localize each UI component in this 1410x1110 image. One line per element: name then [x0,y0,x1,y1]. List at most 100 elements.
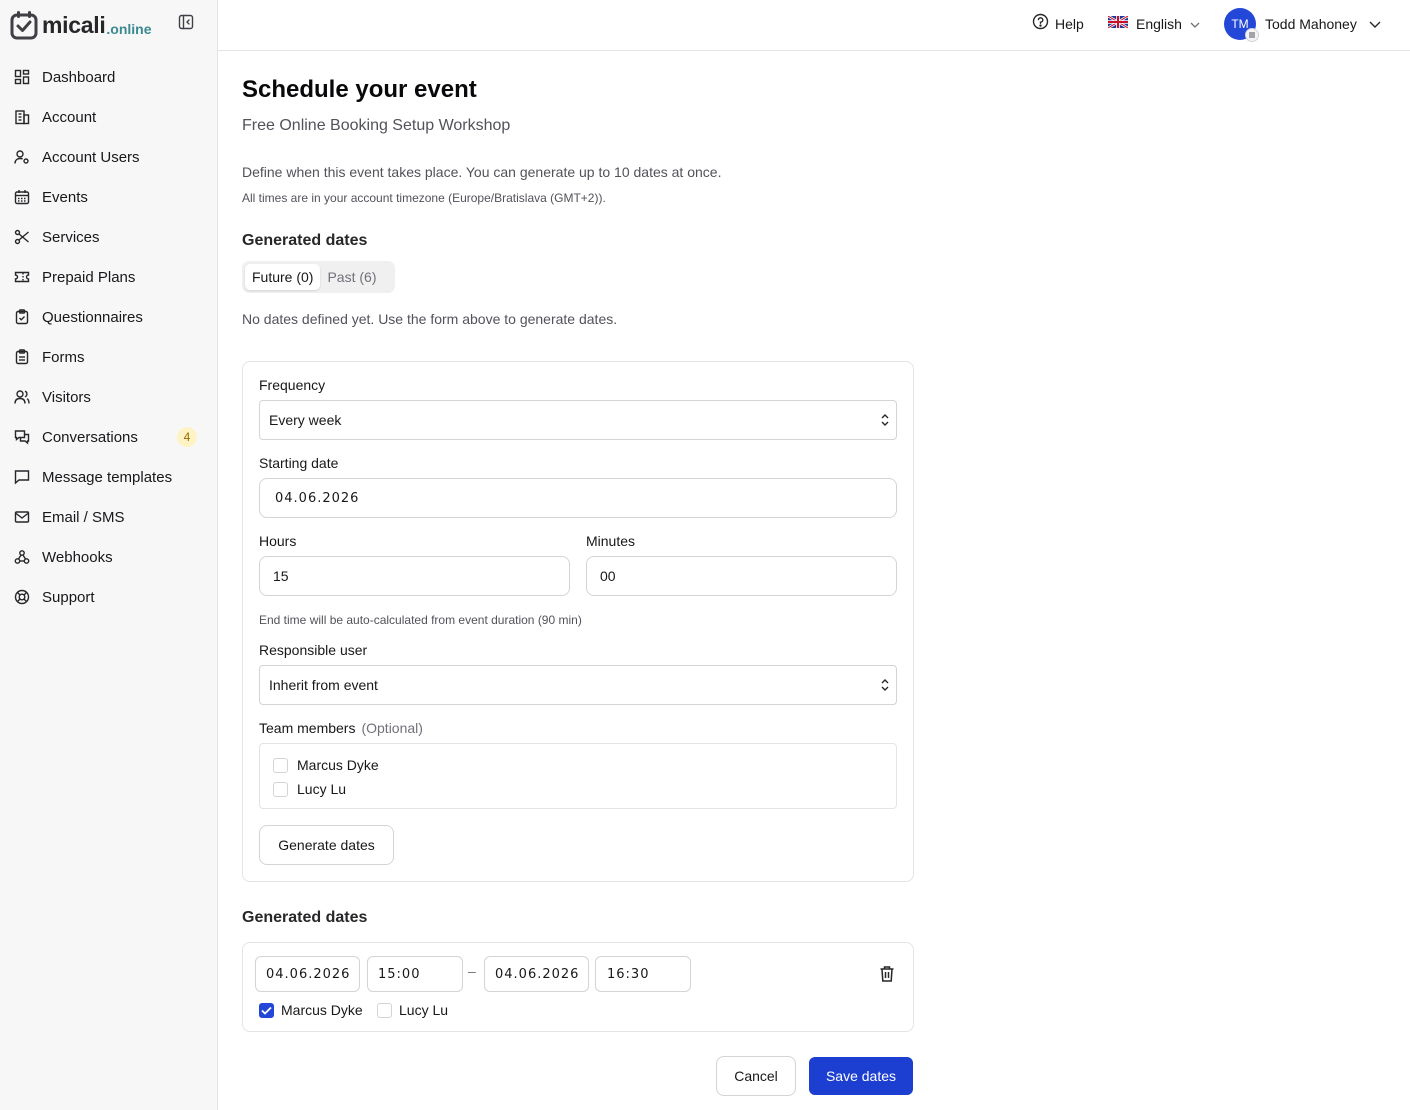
minutes-input[interactable]: 00 [586,556,897,596]
sidebar-item-label: Webhooks [42,548,113,566]
sidebar-item-label: Questionnaires [42,308,143,326]
menu-lines-icon [1245,28,1259,42]
start-date-value: 04.06.2026 [266,966,351,982]
sidebar-item-support[interactable]: Support [0,577,217,617]
checkbox[interactable] [273,781,288,797]
start-date-input[interactable]: 04.06.2026 [255,956,360,992]
sidebar-item-email-sms[interactable]: Email / SMS [0,497,217,537]
sidebar-item-label: Dashboard [42,68,116,86]
empty-state-message: No dates defined yet. Use the form above… [242,311,618,327]
start-time-input[interactable]: 15:00 [367,956,463,992]
date-member-name: Lucy Lu [399,1002,449,1018]
mail-icon [14,509,30,525]
responsible-user-label: Responsible user [259,642,368,658]
clipboard-check-icon [14,309,30,325]
sidebar-item-forms[interactable]: Forms [0,337,217,377]
generate-dates-form: Frequency Every week Starting date 04.06… [242,361,914,882]
checkbox-checked[interactable] [259,1002,274,1018]
frequency-select[interactable]: Every week [259,400,897,440]
team-members-label-text: Team members [259,720,356,736]
checkbox[interactable] [273,757,288,773]
date-member-checkbox[interactable]: Lucy Lu [377,1001,448,1019]
message-square-icon [14,469,30,485]
user-name: Todd Mahoney [1265,16,1357,32]
end-time-input[interactable]: 16:30 [595,956,691,992]
hours-label: Hours [259,533,297,549]
brand-name: micali [42,11,106,38]
sidebar-item-label: Email / SMS [42,508,125,526]
dashboard-icon [14,69,30,85]
hours-value: 15 [273,568,289,584]
sidebar-item-events[interactable]: Events [0,177,217,217]
end-date-input[interactable]: 04.06.2026 [484,956,589,992]
sidebar-item-services[interactable]: Services [0,217,217,257]
sidebar-item-conversations[interactable]: Conversations 4 [0,417,217,457]
sidebar-item-visitors[interactable]: Visitors [0,377,217,417]
tab-past[interactable]: Past (6) [320,264,383,290]
avatar-initials: TM [1231,17,1249,31]
calendar-icon [14,189,30,205]
start-time-value: 15:00 [378,966,421,982]
user-menu[interactable]: TM Todd Mahoney [1224,7,1381,42]
date-member-checkbox[interactable]: Marcus Dyke [259,1001,363,1019]
page-title: Schedule your event [242,76,477,103]
end-time-hint: End time will be auto-calculated from ev… [259,613,582,627]
generated-dates-heading: Generated dates [242,232,368,249]
team-members-list: Marcus Dyke Lucy Lu [259,743,897,809]
team-member-name: Lucy Lu [297,781,347,797]
sidebar-item-questionnaires[interactable]: Questionnaires [0,297,217,337]
sidebar-item-label: Account [42,108,97,126]
responsible-user-select[interactable]: Inherit from event [259,665,897,705]
chevron-down-icon [1190,15,1200,33]
minutes-value: 00 [600,568,616,584]
tab-future[interactable]: Future (0) [245,264,321,290]
trash-icon[interactable] [879,965,895,983]
page-description: Define when this event takes place. You … [242,164,722,180]
date-member-name: Marcus Dyke [281,1002,363,1018]
starting-date-input[interactable]: 04.06.2026 [259,478,897,518]
chat-icon [14,429,30,445]
end-date-value: 04.06.2026 [495,966,580,982]
responsible-user-value: Inherit from event [269,677,378,693]
language-label: English [1136,16,1182,32]
sidebar-item-account-users[interactable]: Account Users [0,137,217,177]
cancel-button[interactable]: Cancel [716,1056,796,1096]
collapse-sidebar-button[interactable] [176,14,196,34]
end-time-value: 16:30 [607,966,650,982]
sidebar-item-label: Forms [42,348,85,366]
timezone-note: All times are in your account timezone (… [242,191,606,205]
team-member-checkbox[interactable]: Marcus Dyke [273,756,379,774]
help-label: Help [1055,16,1084,32]
avatar: TM [1224,8,1259,42]
sidebar-item-label: Conversations [42,428,138,446]
optional-tag: (Optional) [361,720,423,736]
team-members-label: Team members (Optional) [259,720,423,736]
checkbox[interactable] [377,1002,392,1018]
frequency-value: Every week [269,412,342,428]
chevron-up-down-icon [880,678,890,695]
sidebar-item-label: Services [42,228,100,246]
unread-count-badge: 4 [177,427,197,447]
sidebar-item-account[interactable]: Account [0,97,217,137]
hours-input[interactable]: 15 [259,556,570,596]
event-name: Free Online Booking Setup Workshop [242,117,511,134]
sidebar-item-prepaid-plans[interactable]: Prepaid Plans [0,257,217,297]
generate-dates-button[interactable]: Generate dates [259,825,394,865]
user-cog-icon [14,149,30,165]
sidebar-item-dashboard[interactable]: Dashboard [0,57,217,97]
sidebar-item-label: Support [42,588,95,606]
language-selector[interactable]: English [1107,13,1200,35]
help-button[interactable]: Help [1032,13,1084,35]
sidebar-item-message-templates[interactable]: Message templates [0,457,217,497]
sidebar-item-label: Message templates [42,468,173,486]
team-member-checkbox[interactable]: Lucy Lu [273,780,346,798]
sidebar-item-label: Account Users [42,148,140,166]
sidebar-item-label: Events [42,188,88,206]
users-icon [14,389,30,405]
clipboard-list-icon [14,349,30,365]
starting-date-value: 04.06.2026 [275,490,360,506]
building-icon [14,109,30,125]
date-tabs: Future (0) Past (6) [242,261,395,293]
save-dates-button[interactable]: Save dates [809,1057,913,1095]
sidebar-item-webhooks[interactable]: Webhooks [0,537,217,577]
